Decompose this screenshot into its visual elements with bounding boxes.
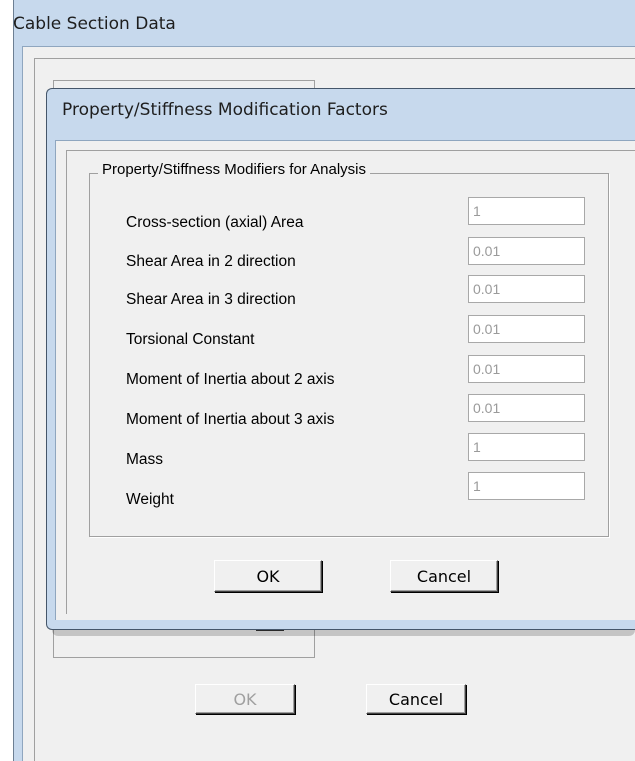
dialog-ok-button[interactable]: OK bbox=[214, 560, 322, 592]
background-window-title: Cable Section Data bbox=[13, 14, 176, 34]
inertia-2-label: Moment of Inertia about 2 axis bbox=[126, 371, 335, 388]
shear-area-3-label: Shear Area in 3 direction bbox=[126, 291, 296, 308]
mass-field[interactable] bbox=[468, 433, 585, 461]
inertia-3-label: Moment of Inertia about 3 axis bbox=[126, 411, 335, 428]
shear-area-3-field[interactable] bbox=[468, 275, 585, 303]
shear-area-2-label: Shear Area in 2 direction bbox=[126, 253, 296, 270]
axial-area-label: Cross-section (axial) Area bbox=[126, 214, 304, 231]
inertia-2-field[interactable] bbox=[468, 355, 585, 383]
weight-field[interactable] bbox=[468, 472, 585, 500]
modifiers-group-label: Property/Stiffness Modifiers for Analysi… bbox=[98, 161, 370, 178]
shear-area-2-field[interactable] bbox=[468, 237, 585, 265]
axial-area-field[interactable] bbox=[468, 197, 585, 225]
dialog-cancel-button[interactable]: Cancel bbox=[390, 560, 498, 592]
mass-label: Mass bbox=[126, 451, 164, 468]
dialog-title: Property/Stiffness Modification Factors bbox=[62, 100, 388, 120]
background-cancel-button[interactable]: Cancel bbox=[366, 684, 466, 714]
background-ok-button[interactable]: OK bbox=[195, 684, 295, 714]
torsional-constant-label: Torsional Constant bbox=[126, 331, 255, 348]
torsional-constant-field[interactable] bbox=[468, 315, 585, 343]
weight-label: Weight bbox=[126, 491, 174, 508]
inertia-3-field[interactable] bbox=[468, 394, 585, 422]
